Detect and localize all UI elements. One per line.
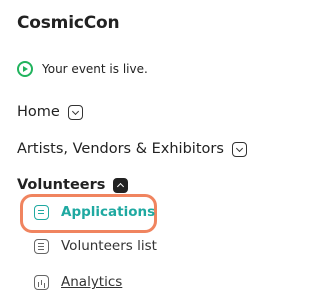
event-status-text: Your event is live. <box>42 62 148 76</box>
sub-item-applications-label: Applications <box>61 204 156 220</box>
nav-item-home[interactable]: Home <box>17 104 83 120</box>
nav-item-volunteers[interactable]: Volunteers <box>17 177 129 193</box>
chart-icon <box>34 274 49 290</box>
sidebar: CosmicCon Your event is live. Home Artis… <box>0 0 269 307</box>
nav-item-volunteers-label: Volunteers <box>17 177 106 193</box>
sub-item-analytics-label: Analytics <box>61 274 123 290</box>
sub-item-applications[interactable]: Applications <box>34 204 155 220</box>
list-icon <box>34 238 49 254</box>
sub-item-analytics[interactable]: Analytics <box>34 274 122 290</box>
app-title: CosmicCon <box>17 13 120 33</box>
nav-item-home-label: Home <box>17 104 60 120</box>
play-circle-icon <box>17 61 33 77</box>
chevron-down-icon[interactable] <box>231 141 247 157</box>
document-icon <box>34 204 49 220</box>
sub-item-volunteers-list[interactable]: Volunteers list <box>34 238 157 254</box>
nav-item-artists-label: Artists, Vendors & Exhibitors <box>17 141 224 157</box>
nav-item-artists-vendors-exhibitors[interactable]: Artists, Vendors & Exhibitors <box>17 141 247 157</box>
event-status: Your event is live. <box>17 61 148 77</box>
chevron-up-icon[interactable] <box>113 177 129 193</box>
chevron-down-icon[interactable] <box>67 104 83 120</box>
sub-item-volunteers-list-label: Volunteers list <box>61 238 157 254</box>
